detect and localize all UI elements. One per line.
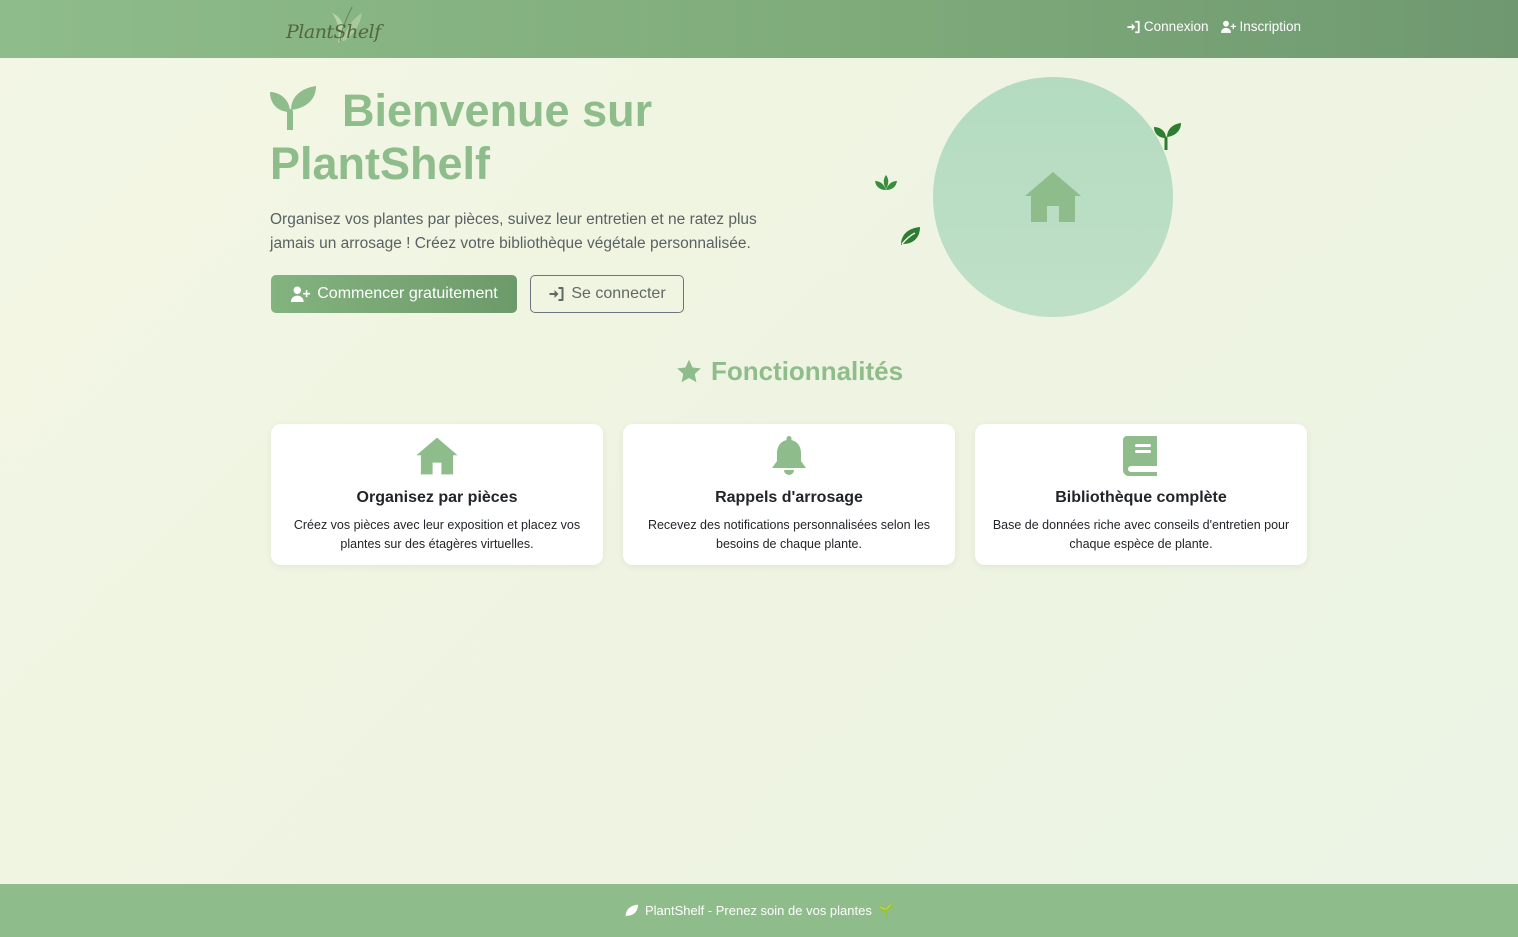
feature-card-text: Base de données riche avec conseils d'en…: [992, 518, 1290, 551]
leaf-icon: [901, 227, 920, 245]
seedling-icon: [1154, 123, 1181, 150]
navbar: PlantShelf Connexion Inscription: [0, 0, 1518, 58]
hero-title: Bienvenue sur PlantShelf: [270, 84, 790, 190]
start-free-button[interactable]: Commencer gratuitement: [271, 275, 517, 313]
feature-card-title: Bibliothèque complète: [1055, 489, 1227, 506]
nav-register-label: Inscription: [1239, 19, 1301, 34]
footer: PlantShelf - Prenez soin de vos plantes …: [0, 884, 1518, 937]
sign-in-icon: [549, 287, 564, 301]
login-button[interactable]: Se connecter: [530, 275, 684, 313]
features-title: Fonctionnalités: [0, 356, 1518, 387]
feature-card-text: Créez vos pièces avec leur exposition et…: [293, 518, 581, 551]
hero-title-text: Bienvenue sur PlantShelf: [270, 85, 653, 189]
feature-card-text: Recevez des notifications personnalisées…: [647, 518, 931, 551]
nav-login-label: Connexion: [1143, 19, 1209, 34]
start-free-label: Commencer gratuitement: [317, 285, 498, 302]
leaf-icon: [625, 904, 638, 917]
hero-illustration-circle: [933, 77, 1173, 317]
feature-card-title: Organisez par pièces: [356, 489, 518, 506]
brand-name: PlantShelf: [286, 21, 381, 43]
star-icon: [677, 359, 701, 383]
sign-in-icon: [1127, 20, 1140, 33]
feature-card-rooms: Organisez par pièces Créez vos pièces av…: [271, 424, 603, 565]
seedling-emoji: 🌱: [877, 902, 895, 918]
user-plus-icon: [291, 286, 311, 302]
feature-card-reminders: Rappels d'arrosage Recevez des notificat…: [623, 424, 955, 565]
book-icon: [1123, 436, 1157, 476]
nav-login-link[interactable]: Connexion: [1126, 19, 1209, 34]
seedling-icon: [270, 86, 316, 130]
brand-logo[interactable]: PlantShelf: [280, 5, 381, 53]
house-icon: [416, 437, 458, 475]
house-icon: [1025, 172, 1081, 222]
user-plus-icon: [1221, 20, 1237, 33]
feature-card-library: Bibliothèque complète Base de données ri…: [975, 424, 1307, 565]
feature-card-title: Rappels d'arrosage: [715, 489, 863, 506]
login-label: Se connecter: [571, 285, 666, 302]
features-title-text: Fonctionnalités: [710, 356, 904, 386]
lotus-leaf-icon: [875, 175, 897, 190]
nav-register-link[interactable]: Inscription: [1221, 19, 1301, 34]
nav-links: Connexion Inscription: [1126, 19, 1301, 34]
footer-text: PlantShelf - Prenez soin de vos plantes: [644, 903, 872, 918]
bell-icon: [772, 436, 806, 475]
hero-subtitle: Organisez vos plantes par pièces, suivez…: [270, 211, 757, 252]
